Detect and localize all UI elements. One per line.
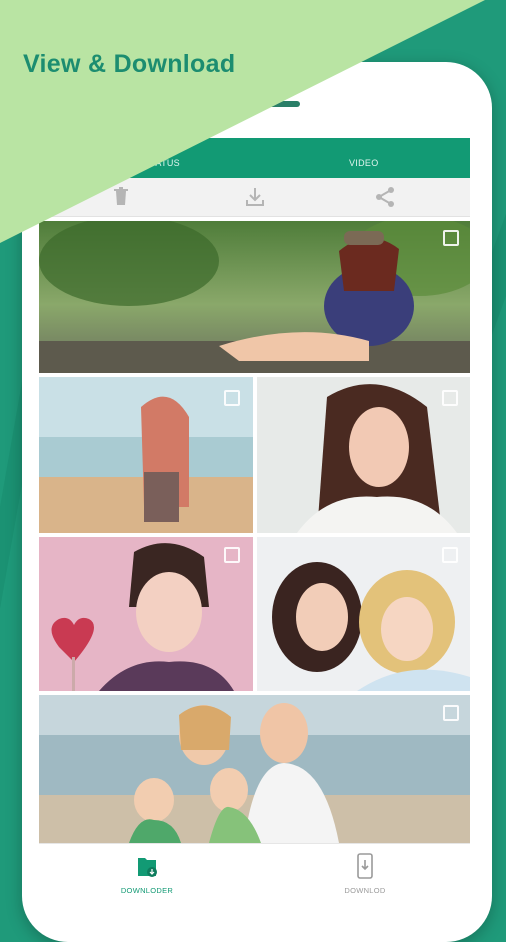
select-checkbox[interactable] xyxy=(443,705,459,721)
photo-friends-lying xyxy=(257,537,470,691)
media-tile-girl-hat-park[interactable] xyxy=(39,221,470,373)
share-icon[interactable] xyxy=(373,185,397,209)
folder-download-icon xyxy=(138,858,157,877)
select-checkbox[interactable] xyxy=(224,390,240,406)
photo-girl-hat-park xyxy=(39,221,470,373)
nav-download-label: DOWNLOD xyxy=(344,886,386,895)
app-screen: STATUS VIDEO DOWNLODER DOWNLOD xyxy=(39,138,470,900)
select-checkbox[interactable] xyxy=(442,390,458,406)
photo-girl-portrait xyxy=(257,377,470,533)
media-tile-girl-heart[interactable] xyxy=(39,537,253,691)
photo-girl-beach xyxy=(39,377,253,533)
download-icon[interactable] xyxy=(243,185,267,209)
select-checkbox[interactable] xyxy=(224,547,240,563)
select-checkbox[interactable] xyxy=(443,230,459,246)
media-tile-girl-portrait[interactable] xyxy=(257,377,470,533)
phone-speaker xyxy=(250,101,300,107)
photo-family-beach xyxy=(39,695,470,843)
media-tile-friends-lying[interactable] xyxy=(257,537,470,691)
select-checkbox[interactable] xyxy=(442,547,458,563)
photo-girl-heart xyxy=(39,537,253,691)
promo-headline: View & Download xyxy=(23,50,236,78)
tab-status[interactable]: STATUS xyxy=(144,138,180,178)
nav-downloader[interactable]: DOWNLODER xyxy=(77,844,217,900)
nav-downloader-label: DOWNLODER xyxy=(120,886,174,895)
tab-bar: STATUS VIDEO xyxy=(39,138,470,178)
media-tile-family-beach[interactable] xyxy=(39,695,470,843)
bottom-navigation: DOWNLODER DOWNLOD xyxy=(39,843,470,900)
phone-download-icon xyxy=(357,853,373,879)
nav-download[interactable]: DOWNLOD xyxy=(295,844,435,900)
tab-video[interactable]: VIDEO xyxy=(349,138,379,178)
action-toolbar xyxy=(39,178,470,217)
media-tile-girl-beach[interactable] xyxy=(39,377,253,533)
trash-icon[interactable] xyxy=(109,185,133,209)
